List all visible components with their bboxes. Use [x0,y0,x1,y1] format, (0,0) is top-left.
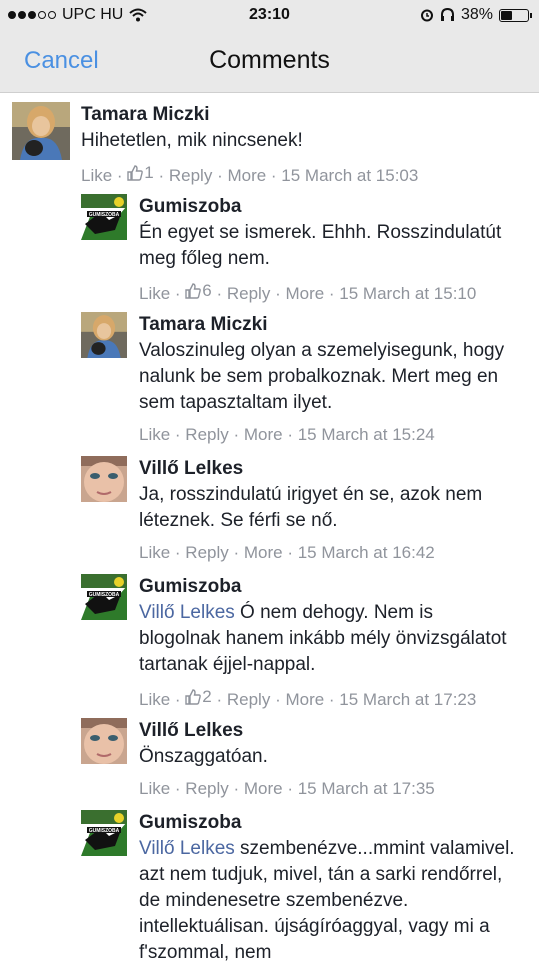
comment-actions: Like · 1 · Reply · More · 15 March at 15… [81,162,419,185]
comment-timestamp[interactable]: 15 March at 15:24 [298,425,435,444]
avatar[interactable] [81,810,127,856]
reply-button[interactable]: Reply [185,779,228,798]
headphones-icon [440,8,454,21]
comment-text: Önszaggatóan. [139,744,519,770]
reply-button[interactable]: Reply [227,690,270,709]
avatar[interactable] [81,194,127,240]
avatar[interactable] [81,574,127,620]
reply-button[interactable]: Reply [185,425,228,444]
page-title: Comments [209,46,330,74]
avatar[interactable] [81,718,127,764]
reply-button[interactable]: Reply [169,166,212,185]
status-bar: UPC HU 23:10 38% [0,0,539,30]
like-count[interactable]: 1 [127,162,154,184]
comment-author[interactable]: Gumiszoba [139,194,519,220]
comment-author[interactable]: Villő Lelkes [139,456,519,482]
more-button[interactable]: More [285,690,324,709]
like-button[interactable]: Like [139,425,170,444]
like-button[interactable]: Like [139,284,170,303]
thumbs-up-icon [185,689,201,705]
thumbs-up-icon [127,165,143,181]
battery-percent: 38% [460,6,493,23]
comment-author[interactable]: Tamara Miczki [81,102,521,128]
comment-timestamp[interactable]: 15 March at 17:23 [339,690,476,709]
like-count[interactable]: 2 [185,686,212,708]
comment-actions: Like · 6 · Reply · More · 15 March at 15… [139,280,477,303]
comment-text: Ja, rosszindulatú irigyet én se, azok ne… [139,482,519,534]
comment-body: Önszaggatóan. [139,746,268,767]
comment-actions: Like · Reply · More · 15 March at 16:42 [139,543,435,562]
comment-timestamp[interactable]: 15 March at 16:42 [298,543,435,562]
alarm-icon [420,9,433,22]
comment-body: Én egyet se ismerek. Ehhh. Rosszindulatú… [139,222,502,269]
navigation-bar: Cancel Comments [0,30,539,93]
comment-author[interactable]: Tamara Miczki [139,312,519,338]
like-button[interactable]: Like [81,166,112,185]
comment-timestamp[interactable]: 15 March at 15:03 [281,166,418,185]
comment-author[interactable]: Villő Lelkes [139,718,519,744]
comment-body: Valoszinuleg olyan a szemelyisegunk, hog… [139,340,505,413]
more-button[interactable]: More [244,543,283,562]
battery-icon [499,8,532,22]
mention-link[interactable]: Villő Lelkes [139,838,235,859]
avatar[interactable] [81,312,127,358]
comment-text: Hihetetlen, mik nincsenek! [81,128,521,154]
like-button[interactable]: Like [139,690,170,709]
comment-body: Ja, rosszindulatú irigyet én se, azok ne… [139,484,483,531]
avatar[interactable] [12,102,70,160]
comment-text: Valoszinuleg olyan a szemelyisegunk, hog… [139,338,519,416]
like-button[interactable]: Like [139,543,170,562]
more-button[interactable]: More [244,425,283,444]
comment-actions: Like · 2 · Reply · More · 15 March at 17… [139,686,477,709]
comment-text: Én egyet se ismerek. Ehhh. Rosszindulatú… [139,220,519,272]
like-count[interactable]: 6 [185,280,212,302]
comment-text: Villő Lelkes szembenézve...mmint valamiv… [139,836,519,966]
thumbs-up-icon [185,283,201,299]
comment-author[interactable]: Gumiszoba [139,574,519,600]
more-button[interactable]: More [285,284,324,303]
comment-author[interactable]: Gumiszoba [139,810,519,836]
mention-link[interactable]: Villő Lelkes [139,602,235,623]
comment-timestamp[interactable]: 15 March at 15:10 [339,284,476,303]
comment-actions: Like · Reply · More · 15 March at 15:24 [139,425,435,444]
more-button[interactable]: More [227,166,266,185]
reply-button[interactable]: Reply [185,543,228,562]
comment-body: Hihetetlen, mik nincsenek! [81,130,303,151]
more-button[interactable]: More [244,779,283,798]
like-button[interactable]: Like [139,779,170,798]
comment-actions: Like · Reply · More · 15 March at 17:35 [139,779,435,798]
avatar[interactable] [81,456,127,502]
reply-button[interactable]: Reply [227,284,270,303]
comment-timestamp[interactable]: 15 March at 17:35 [298,779,435,798]
comment-text: Villő Lelkes Ó nem dehogy. Nem is blogol… [139,600,519,678]
